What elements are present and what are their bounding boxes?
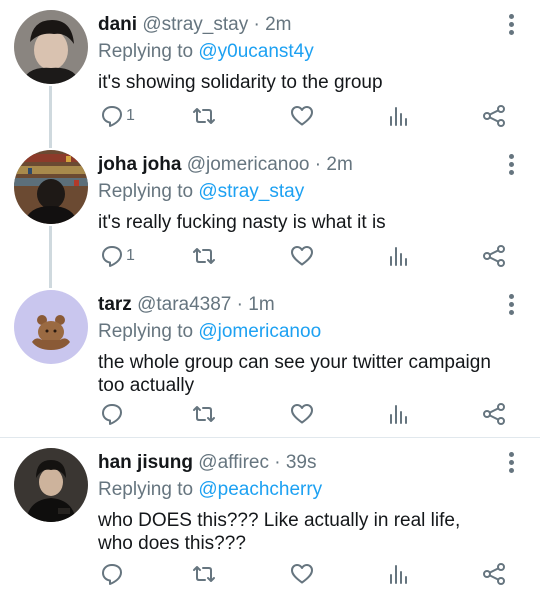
separator: · [236,294,243,315]
heart-icon [291,404,313,424]
mention-link[interactable]: @y0ucanst4y [198,41,313,62]
reply-icon [102,564,122,585]
action-bar: 1 [98,242,518,270]
heart-icon [291,246,313,266]
reply-button[interactable]: 1 [100,242,135,270]
retweet-icon [193,566,215,582]
display-name[interactable]: han jisung [98,452,193,473]
more-icon[interactable] [508,452,516,476]
analytics-button[interactable] [386,400,410,428]
replying-prefix: Replying to [98,479,194,500]
timestamp[interactable]: 1m [248,294,274,315]
share-icon [483,245,505,267]
user-handle[interactable]: @tara4387 [137,294,231,315]
replying-to: Replying to @y0ucanst4y [98,40,500,64]
replying-prefix: Replying to [98,321,194,342]
share-button[interactable] [482,560,506,588]
mention-link[interactable]: @stray_stay [198,181,304,202]
reply-button[interactable]: 1 [100,102,135,130]
avatar[interactable] [14,290,88,364]
tweet-header: han jisung @affirec · 39s [98,451,500,475]
share-icon [483,105,505,127]
tweet[interactable]: joha joha @jomericanoo · 2m Replying to … [0,148,540,288]
action-bar [98,560,518,588]
tweet-header: joha joha @jomericanoo · 2m [98,153,500,177]
like-button[interactable] [290,102,314,130]
reply-icon [102,246,122,267]
retweet-icon [193,406,215,422]
avatar[interactable] [14,10,88,84]
retweet-icon [193,108,215,124]
tweet-text: who DOES this??? Like actually in real l… [98,510,461,554]
reply-count: 1 [126,247,135,264]
like-button[interactable] [290,400,314,428]
analytics-button[interactable] [386,242,410,270]
reply-icon [102,106,122,127]
more-icon[interactable] [508,294,516,318]
tweet-header: tarz @tara4387 · 1m [98,293,500,317]
tweet[interactable]: han jisung @affirec · 39s Replying to @p… [0,438,540,598]
analytics-icon [390,565,407,584]
replying-to: Replying to @peachcherry [98,478,500,502]
analytics-icon [390,405,407,424]
share-button[interactable] [482,242,506,270]
separator: · [253,14,260,35]
like-button[interactable] [290,560,314,588]
timestamp[interactable]: 2m [265,14,291,35]
share-icon [483,563,505,585]
user-handle[interactable]: @jomericanoo [187,154,310,175]
analytics-icon [390,247,407,266]
retweet-icon [193,248,215,264]
tweet-text: it's showing solidarity to the group [98,72,383,93]
tweet[interactable]: dani @stray_stay · 2m Replying to @y0uca… [0,0,540,148]
display-name[interactable]: tarz [98,294,132,315]
reply-button[interactable] [100,400,124,428]
mention-link[interactable]: @jomericanoo [198,321,321,342]
tweet-header: dani @stray_stay · 2m [98,13,500,37]
retweet-button[interactable] [192,560,216,588]
avatar[interactable] [14,448,88,522]
analytics-button[interactable] [386,102,410,130]
action-bar: 1 [98,102,518,130]
retweet-button[interactable] [192,400,216,428]
share-button[interactable] [482,102,506,130]
analytics-button[interactable] [386,560,410,588]
like-button[interactable] [290,242,314,270]
tweet-text: the whole group can see your twitter cam… [98,352,491,396]
reply-button[interactable] [100,560,124,588]
tweet[interactable]: tarz @tara4387 · 1m Replying to @jomeric… [0,288,540,436]
tweet-text: it's really fucking nasty is what it is [98,212,386,233]
display-name[interactable]: joha joha [98,154,181,175]
action-bar [98,400,518,428]
analytics-icon [390,107,407,126]
display-name[interactable]: dani [98,14,137,35]
reply-count: 1 [126,107,135,124]
user-handle[interactable]: @affirec [198,452,269,473]
heart-icon [291,564,313,584]
heart-icon [291,106,313,126]
retweet-button[interactable] [192,242,216,270]
separator: · [274,452,281,473]
share-icon [483,403,505,425]
share-button[interactable] [482,400,506,428]
avatar[interactable] [14,150,88,224]
replying-to: Replying to @stray_stay [98,180,500,204]
reply-icon [102,404,122,425]
replying-to: Replying to @jomericanoo [98,320,500,344]
mention-link[interactable]: @peachcherry [198,479,322,500]
more-icon[interactable] [508,154,516,178]
user-handle[interactable]: @stray_stay [142,14,248,35]
retweet-button[interactable] [192,102,216,130]
more-icon[interactable] [508,14,516,38]
separator: · [314,154,322,175]
timestamp[interactable]: 2m [326,154,352,175]
replying-prefix: Replying to [98,41,194,62]
timestamp[interactable]: 39s [286,452,317,473]
replying-prefix: Replying to [98,181,194,202]
